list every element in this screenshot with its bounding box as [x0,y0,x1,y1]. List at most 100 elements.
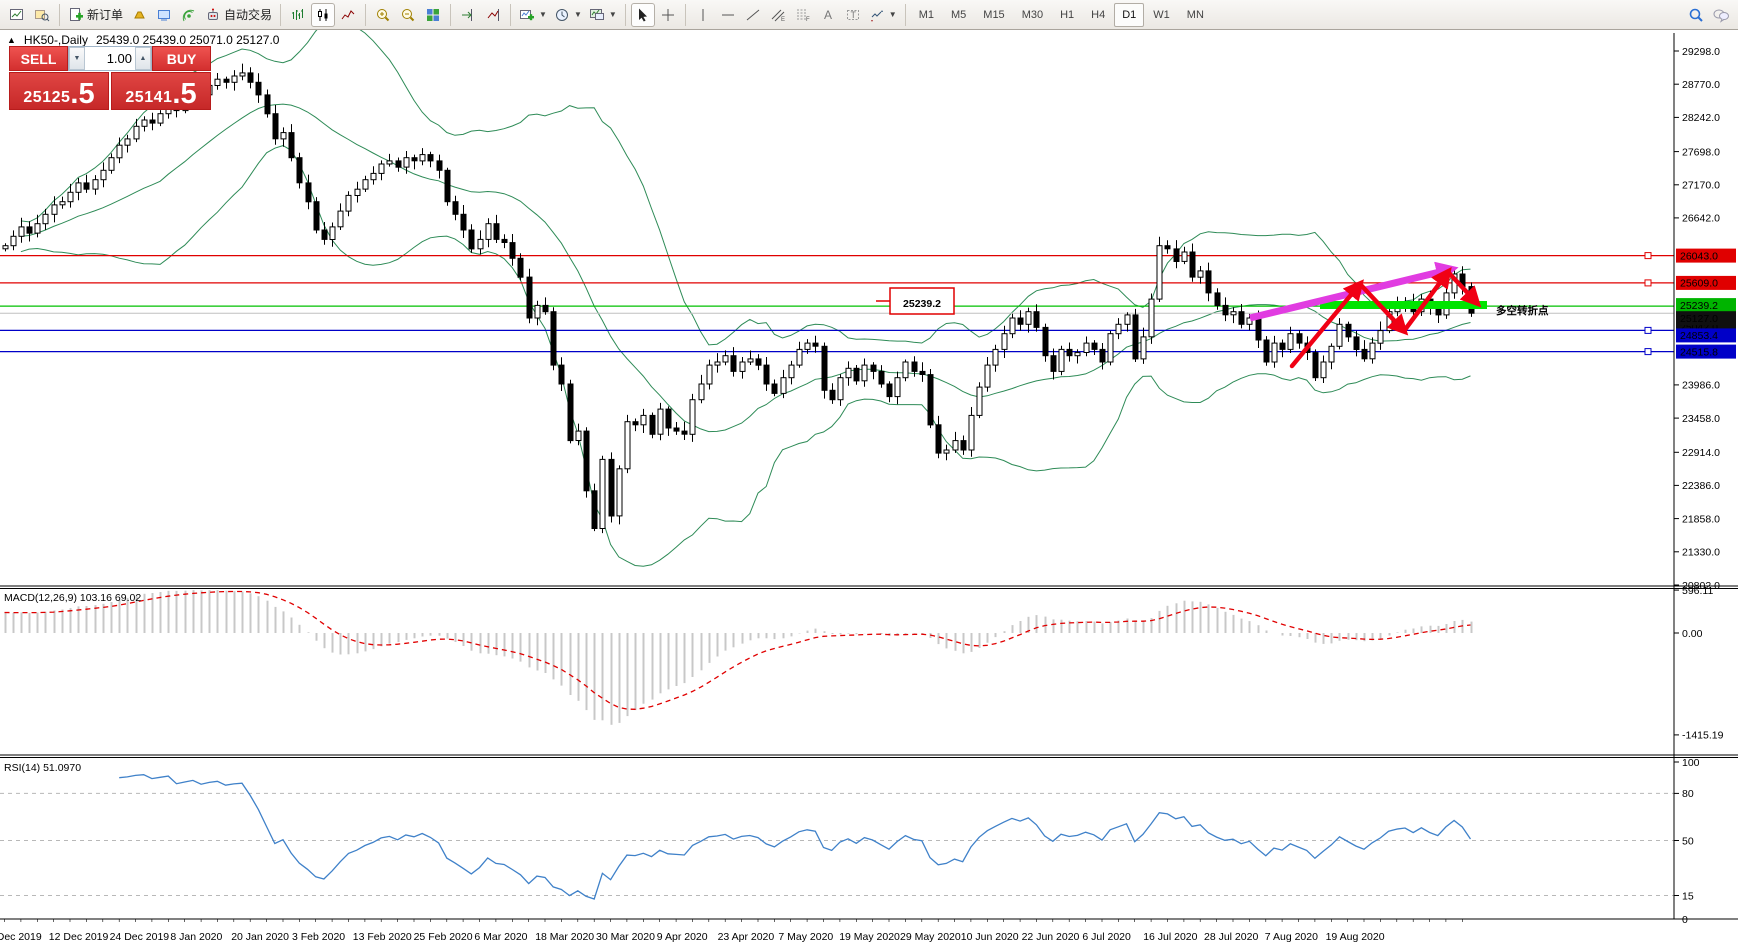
main-toolbar: 新订单 自动交易 ▼ ▼ ▼ E F A T ▼ M1M5M15M30H1H4D… [0,0,1738,30]
volume-input[interactable] [85,47,135,70]
volume-spinner: ▼ ▲ [68,46,152,71]
search-button[interactable] [1684,3,1708,27]
quotes-button[interactable] [127,3,151,27]
indicators-button[interactable]: ▼ [516,3,550,27]
timeframe-m5-button[interactable]: M5 [943,3,974,27]
toolbar-separator [280,4,281,26]
toolbar-separator [365,4,366,26]
templates-icon [589,7,605,23]
svg-text:0.00: 0.00 [1682,628,1703,640]
quotes-icon [131,7,147,23]
svg-text:0: 0 [1682,914,1688,926]
tile-windows-icon [425,7,441,23]
date-tick-label: 5 Dec 2019 [0,931,42,943]
volume-decrease-button[interactable]: ▼ [69,47,85,70]
toolbar-separator [450,4,451,26]
buy-button[interactable]: BUY [152,46,211,71]
candlestick-chart-button[interactable] [311,3,335,27]
svg-text:24515.8: 24515.8 [1680,346,1718,358]
autoscroll-icon [485,7,501,23]
toolbar-separator [59,4,60,26]
timeframe-mn-button[interactable]: MN [1179,3,1212,27]
vline-icon [695,7,711,23]
chat-button[interactable] [1709,3,1733,27]
signals-button[interactable] [177,3,201,27]
shift-chart-button[interactable] [456,3,480,27]
zoom-out-icon [400,7,416,23]
crosshair-button[interactable] [656,3,680,27]
chat-icon [1712,7,1730,23]
label-icon: T [845,7,861,23]
toolbar-separator [685,4,686,26]
market-watch-button[interactable] [152,3,176,27]
price-axis[interactable]: 26043.025609.025239.225042.025127.024853… [1674,33,1736,926]
timeframe-m15-button[interactable]: M15 [975,3,1012,27]
sell-price-box[interactable]: 25125 .5 [9,72,109,110]
indicator-subwindows [0,586,1738,919]
fibonacci-button[interactable]: F [791,3,815,27]
label-tool-button[interactable]: T [841,3,865,27]
sell-button[interactable]: SELL [9,46,68,71]
trendline-button[interactable] [741,3,765,27]
date-tick-label: 29 May 2020 [900,931,961,943]
toolbar-separator [510,4,511,26]
svg-text:26642.0: 26642.0 [1682,213,1720,225]
periods-button[interactable]: ▼ [551,3,585,27]
templates-button[interactable]: ▼ [586,3,620,27]
timeframe-d1-button[interactable]: D1 [1114,3,1144,27]
autoscroll-button[interactable] [481,3,505,27]
one-click-trading-panel: SELL ▼ ▲ BUY 25125 .5 25141 .5 [9,46,211,110]
date-tick-label: 12 Dec 2019 [49,931,109,943]
time-axis[interactable]: 5 Dec 201912 Dec 201924 Dec 20198 Jan 20… [0,919,1462,943]
svg-text:80: 80 [1682,788,1694,800]
date-tick-label: 3 Feb 2020 [292,931,345,943]
collapse-triangle-icon[interactable]: ▲ [7,35,16,45]
buy-price-box[interactable]: 25141 .5 [111,72,211,110]
new-order-label: 新订单 [87,6,123,23]
periods-icon [554,7,570,23]
svg-text:27698.0: 27698.0 [1682,146,1720,158]
bar-chart-button[interactable] [286,3,310,27]
horizontal-line-button[interactable] [716,3,740,27]
equidistant-channel-button[interactable]: E [766,3,790,27]
line-chart-button[interactable] [336,3,360,27]
date-tick-label: 30 Mar 2020 [596,931,655,943]
timeframe-m1-button[interactable]: M1 [911,3,942,27]
profiles-button[interactable] [30,3,54,27]
cursor-button[interactable] [631,3,655,27]
volume-increase-button[interactable]: ▲ [135,47,151,70]
date-tick-label: 9 Apr 2020 [657,931,708,943]
svg-text:25127.0: 25127.0 [1680,313,1718,325]
zoom-out-button[interactable] [396,3,420,27]
chart-area[interactable]: 25239.2多空转折点26043.025609.025239.225042.0… [0,30,1738,948]
svg-text:596.11: 596.11 [1682,585,1713,597]
new-chart-button[interactable] [5,3,29,27]
timeframe-m30-button[interactable]: M30 [1014,3,1051,27]
date-tick-label: 6 Mar 2020 [474,931,527,943]
line-chart-icon [340,7,356,23]
tile-windows-button[interactable] [421,3,445,27]
timeframe-h1-button[interactable]: H1 [1052,3,1082,27]
timeframe-w1-button[interactable]: W1 [1145,3,1178,27]
svg-text:29298.0: 29298.0 [1682,46,1720,58]
date-tick-label: 19 Aug 2020 [1326,931,1385,943]
chevron-down-icon: ▼ [539,10,547,19]
search-icon [1688,7,1704,23]
date-tick-label: 18 Mar 2020 [535,931,594,943]
timeframe-h4-button[interactable]: H4 [1083,3,1113,27]
svg-text:50: 50 [1682,835,1694,847]
text-tool-button[interactable]: A [816,3,840,27]
date-tick-label: 7 Aug 2020 [1265,931,1318,943]
svg-text:F: F [806,17,810,23]
new-order-button[interactable]: 新订单 [65,3,126,27]
zoom-in-button[interactable] [371,3,395,27]
sell-price-main: 25125 [23,89,70,107]
vertical-line-button[interactable] [691,3,715,27]
shapes-button[interactable]: ▼ [866,3,900,27]
svg-text:T: T [850,10,856,20]
svg-text:27170.0: 27170.0 [1682,180,1720,192]
hline-icon [720,7,736,23]
chevron-down-icon: ▼ [889,10,897,19]
date-tick-label: 19 May 2020 [839,931,900,943]
autotrading-button[interactable]: 自动交易 [202,3,275,27]
